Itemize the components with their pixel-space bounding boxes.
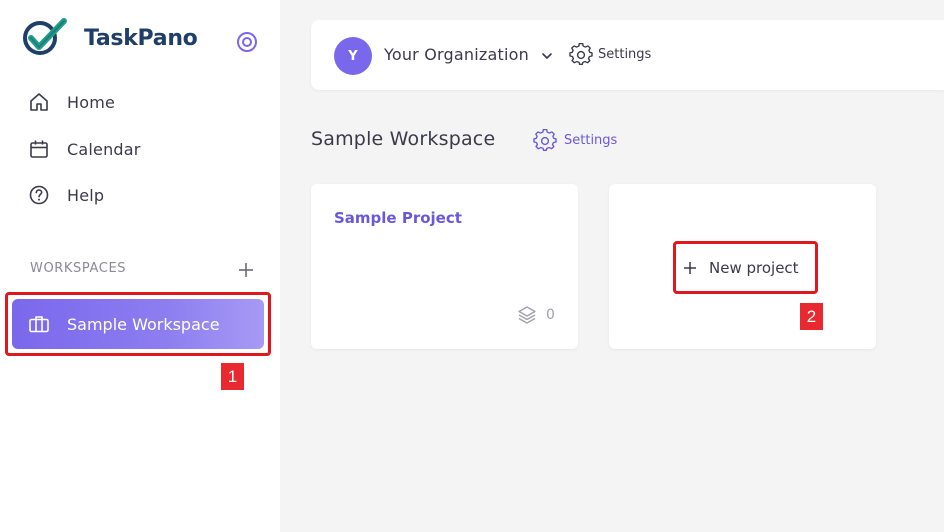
sidebar-item-calendar[interactable]: Calendar	[28, 135, 140, 163]
workspaces-header: WORKSPACES	[30, 261, 127, 276]
home-icon	[30, 93, 48, 111]
gear-icon[interactable]	[569, 43, 593, 67]
step-badge-1: 1	[221, 363, 244, 390]
sidebar-item-help[interactable]: Help	[28, 181, 104, 209]
step-badge-2: 2	[800, 303, 823, 330]
chevron-down-icon[interactable]	[541, 50, 553, 62]
target-icon[interactable]	[236, 31, 258, 53]
project-card[interactable]: Sample Project 0	[311, 184, 578, 349]
avatar[interactable]: Y	[334, 37, 372, 75]
sidebar-item-label: Calendar	[67, 139, 141, 159]
help-icon	[29, 185, 49, 205]
project-title[interactable]: Sample Project	[334, 209, 462, 227]
page-title: Sample Workspace	[311, 128, 496, 150]
org-settings-link[interactable]: Settings	[598, 47, 651, 62]
layers-icon	[518, 306, 536, 324]
app-name: TaskPano	[84, 26, 198, 51]
logo-check-icon	[23, 18, 67, 55]
workspace-settings-link[interactable]: Settings	[564, 133, 617, 148]
sidebar-item-label: Help	[67, 185, 105, 205]
highlight-box-2	[673, 241, 818, 294]
sidebar: TaskPano Home Calendar Help WORKSPACES S…	[0, 0, 280, 532]
top-bar: Y Your Organization Settings	[311, 20, 944, 90]
calendar-icon	[30, 140, 48, 158]
sidebar-item-label: Home	[67, 92, 116, 112]
organization-name[interactable]: Your Organization	[384, 45, 529, 64]
add-workspace-icon[interactable]	[237, 261, 255, 279]
highlight-box-1	[5, 292, 271, 356]
gear-icon[interactable]	[533, 129, 557, 153]
project-task-count: 0	[546, 307, 555, 323]
app-logo[interactable]: TaskPano	[22, 18, 198, 58]
sidebar-item-home[interactable]: Home	[28, 88, 115, 116]
